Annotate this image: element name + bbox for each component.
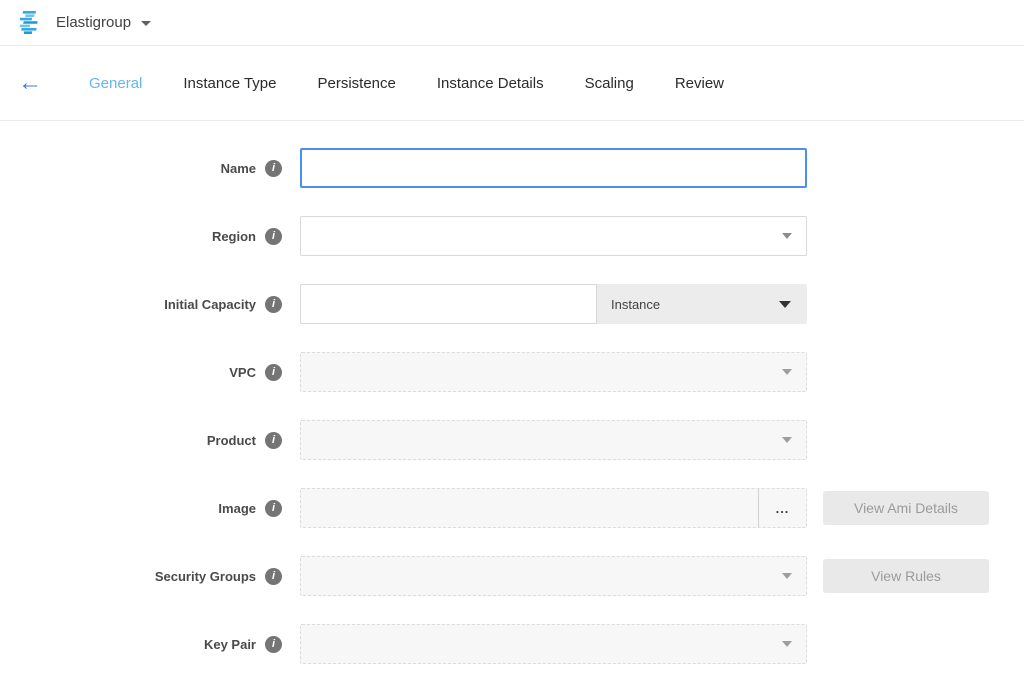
initial-capacity-input[interactable] — [300, 284, 597, 324]
tab-instance-type[interactable]: Instance Type — [183, 75, 276, 92]
form-row-key-pair: Key Pair i — [0, 624, 1024, 664]
form-row-initial-capacity: Initial Capacity i Instance — [0, 284, 1024, 324]
form-row-image: Image i ... View Ami Details — [0, 488, 1024, 528]
security-groups-select — [300, 556, 807, 596]
tab-scaling[interactable]: Scaling — [585, 75, 634, 92]
image-picker: ... — [300, 488, 807, 528]
product-label: Product — [207, 433, 256, 448]
capacity-unit-select[interactable]: Instance — [597, 284, 807, 324]
image-browse-button: ... — [758, 489, 806, 527]
info-icon[interactable]: i — [265, 636, 282, 653]
dropdown-caret-icon — [782, 641, 792, 647]
top-bar: Elastigroup — [0, 0, 1024, 46]
dropdown-caret-icon — [782, 437, 792, 443]
form-row-security-groups: Security Groups i View Rules — [0, 556, 1024, 596]
dropdown-caret-icon — [782, 573, 792, 579]
back-arrow-icon[interactable]: ← — [18, 71, 48, 95]
view-rules-button: View Rules — [823, 559, 989, 593]
vpc-select — [300, 352, 807, 392]
form-row-vpc: VPC i — [0, 352, 1024, 392]
wizard-tabs: General Instance Type Persistence Instan… — [89, 75, 724, 92]
info-icon[interactable]: i — [265, 228, 282, 245]
tab-general[interactable]: General — [89, 75, 142, 92]
dropdown-caret-icon — [782, 369, 792, 375]
view-ami-details-button: View Ami Details — [823, 491, 989, 525]
wizard-tab-bar: ← General Instance Type Persistence Inst… — [0, 46, 1024, 121]
info-icon[interactable]: i — [265, 500, 282, 517]
chevron-down-icon — [141, 21, 151, 26]
image-picker-value — [301, 489, 758, 527]
product-switcher[interactable]: Elastigroup — [56, 14, 151, 31]
info-icon[interactable]: i — [265, 364, 282, 381]
info-icon[interactable]: i — [265, 432, 282, 449]
product-select — [300, 420, 807, 460]
ellipsis-icon: ... — [776, 501, 790, 516]
info-icon[interactable]: i — [265, 160, 282, 177]
key-pair-label: Key Pair — [204, 637, 256, 652]
vpc-label: VPC — [229, 365, 256, 380]
form-row-region: Region i — [0, 216, 1024, 256]
tab-persistence[interactable]: Persistence — [318, 75, 396, 92]
product-name: Elastigroup — [56, 14, 131, 31]
capacity-unit-value: Instance — [611, 297, 660, 312]
general-form: Name i Region i Initial Capacity i Inst — [0, 121, 1024, 664]
initial-capacity-label: Initial Capacity — [164, 297, 256, 312]
tab-review[interactable]: Review — [675, 75, 724, 92]
image-label: Image — [218, 501, 256, 516]
dropdown-caret-icon — [779, 301, 791, 308]
name-label: Name — [221, 161, 256, 176]
form-row-name: Name i — [0, 148, 1024, 188]
region-select[interactable] — [300, 216, 807, 256]
info-icon[interactable]: i — [265, 568, 282, 585]
region-label: Region — [212, 229, 256, 244]
info-icon[interactable]: i — [265, 296, 282, 313]
name-input[interactable] — [300, 148, 807, 188]
key-pair-select — [300, 624, 807, 664]
tab-instance-details[interactable]: Instance Details — [437, 75, 544, 92]
dropdown-caret-icon — [782, 233, 792, 239]
security-groups-label: Security Groups — [155, 569, 256, 584]
elastigroup-logo-icon — [16, 11, 43, 34]
form-row-product: Product i — [0, 420, 1024, 460]
